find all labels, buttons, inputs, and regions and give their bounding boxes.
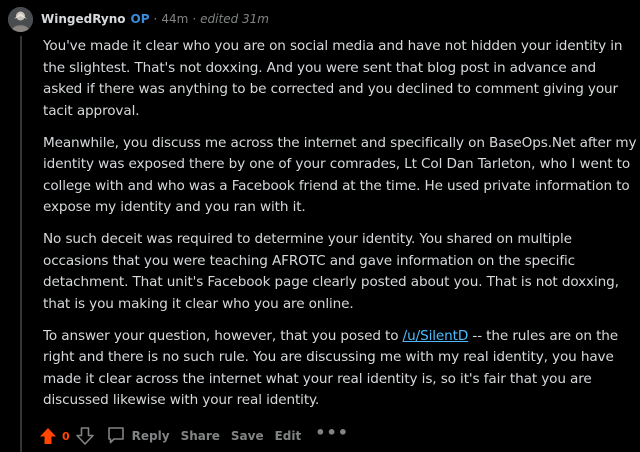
reply-label: Reply [131, 429, 170, 443]
comment-paragraph: To answer your question, however, that y… [43, 326, 638, 412]
vote-controls: 0 [38, 426, 95, 446]
reply-button[interactable]: Reply [106, 425, 170, 448]
edited-label: edited 31m [200, 12, 269, 26]
edit-label: Edit [274, 429, 302, 443]
username[interactable]: WingedRyno [41, 12, 126, 26]
comment-body: You've made it clear who you are on soci… [43, 36, 638, 422]
separator-dot: · [192, 12, 197, 26]
more-dots-icon[interactable]: ••• [315, 423, 349, 442]
vote-score: 0 [62, 429, 70, 443]
comment: WingedRyno OP · 44m · edited 31m You've … [0, 0, 640, 452]
share-label: Share [180, 429, 220, 443]
user-mention-link[interactable]: /u/SilentD [403, 328, 469, 344]
comment-action-bar: 0 Reply Share Save Edit ••• [38, 423, 349, 448]
save-button[interactable]: Save [231, 429, 264, 443]
comment-header: WingedRyno OP · 44m · edited 31m [8, 5, 269, 33]
comment-paragraph: Meanwhile, you discuss me across the int… [43, 134, 637, 216]
op-badge: OP [130, 12, 150, 26]
paragraph-text: To answer your question, however, that y… [43, 327, 403, 344]
comment-age[interactable]: 44m [161, 12, 188, 26]
avatar-image-icon [8, 6, 33, 32]
edit-button[interactable]: Edit [275, 429, 302, 443]
share-button[interactable]: Share [181, 429, 220, 443]
separator-dot: · [153, 12, 158, 26]
comment-paragraph: No such deceit was required to determine… [43, 231, 619, 312]
user-avatar[interactable] [8, 6, 33, 32]
thread-collapse-line[interactable] [20, 36, 22, 452]
downvote-arrow-icon[interactable] [75, 426, 95, 446]
save-label: Save [230, 429, 264, 443]
comment-paragraph: You've made it clear who you are on soci… [43, 38, 623, 119]
upvote-arrow-icon[interactable] [38, 426, 58, 446]
comment-bubble-icon [106, 425, 132, 448]
